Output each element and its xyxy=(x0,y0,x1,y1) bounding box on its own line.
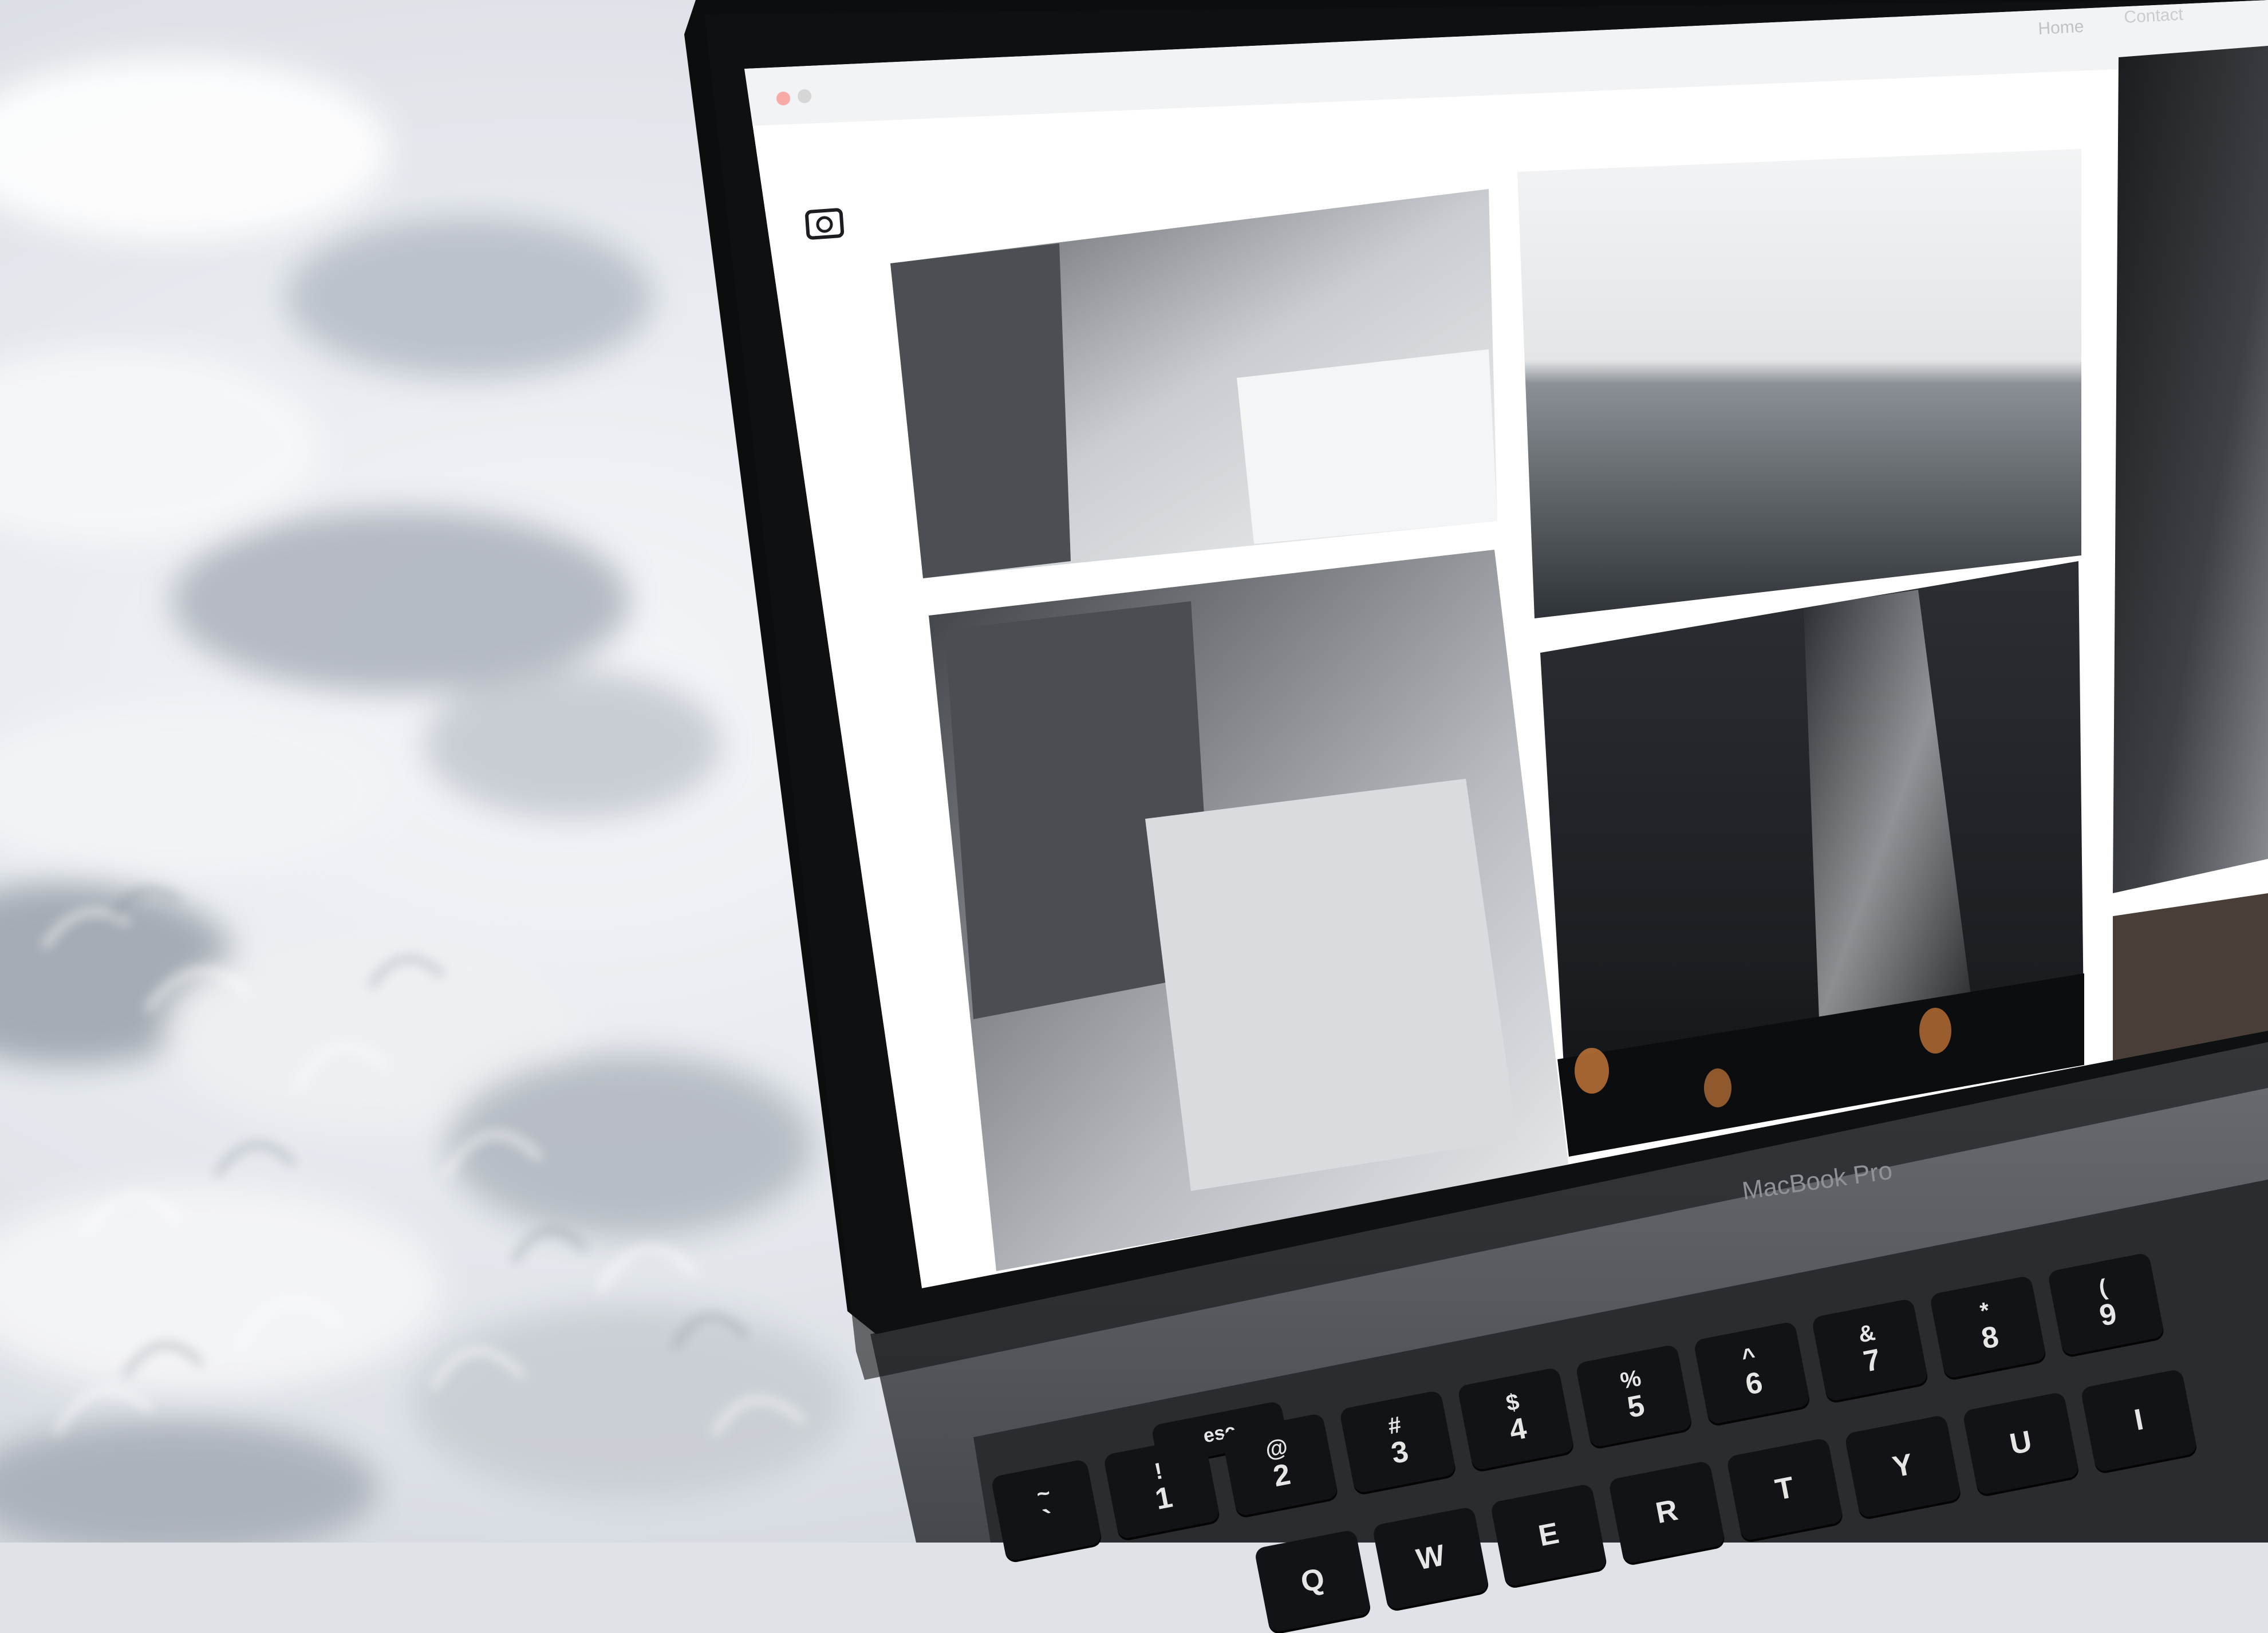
nav-home-link[interactable]: Home xyxy=(2038,17,2085,38)
key-q[interactable]: Q xyxy=(1254,1529,1372,1633)
key-w-label: W xyxy=(1414,1539,1448,1577)
key-q-label: Q xyxy=(1298,1562,1327,1600)
photo-scene: Home Contact MacBook Pro xyxy=(0,0,2268,1543)
nav-contact-link[interactable]: Contact xyxy=(2124,5,2184,27)
